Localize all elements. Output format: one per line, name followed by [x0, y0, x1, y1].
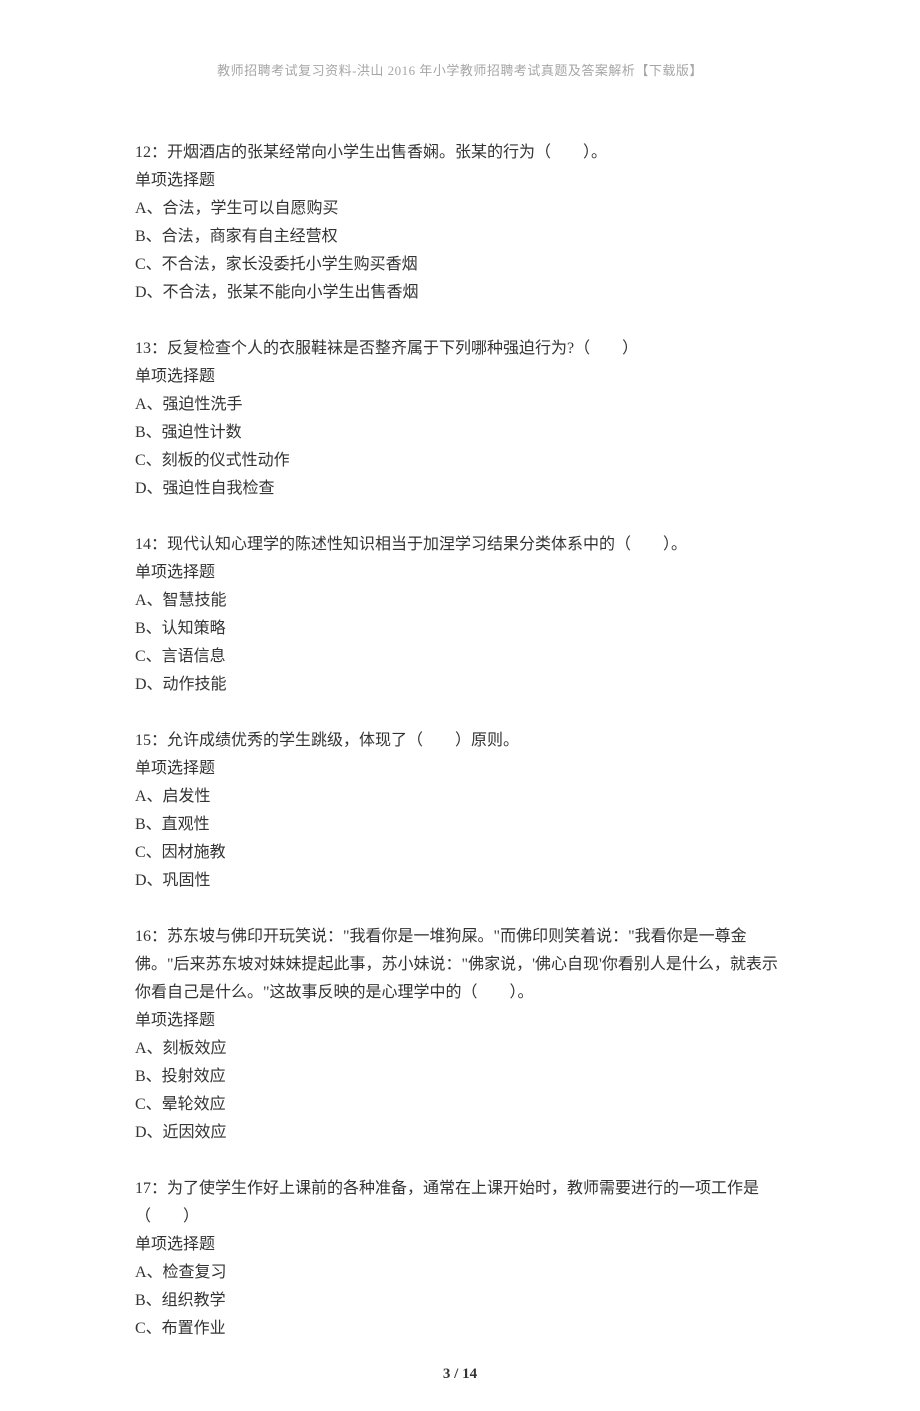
document-header: 教师招聘考试复习资料-洪山 2016 年小学教师招聘考试真题及答案解析【下载版】 [135, 60, 785, 79]
question-option: D、近因效应 [135, 1119, 785, 1147]
question-type: 单项选择题 [135, 1007, 785, 1035]
document-page: 教师招聘考试复习资料-洪山 2016 年小学教师招聘考试真题及答案解析【下载版】… [0, 0, 920, 1411]
question-type: 单项选择题 [135, 167, 785, 195]
question-stem: 12：开烟酒店的张某经常向小学生出售香娴。张某的行为（ ）。 [135, 139, 785, 167]
question-stem: 14：现代认知心理学的陈述性知识相当于加涅学习结果分类体系中的（ ）。 [135, 531, 785, 559]
question-option: D、不合法，张某不能向小学生出售香烟 [135, 279, 785, 307]
question-option: B、组织教学 [135, 1287, 785, 1315]
question-type: 单项选择题 [135, 559, 785, 587]
question-option: B、认知策略 [135, 615, 785, 643]
question-option: B、直观性 [135, 811, 785, 839]
question-stem: 16：苏东坡与佛印开玩笑说："我看你是一堆狗屎。"而佛印则笑着说："我看你是一尊… [135, 923, 785, 1007]
question-option: B、合法，商家有自主经营权 [135, 223, 785, 251]
question-type: 单项选择题 [135, 363, 785, 391]
question-block: 17：为了使学生作好上课前的各种准备，通常在上课开始时，教师需要进行的一项工作是… [135, 1175, 785, 1343]
question-option: A、智慧技能 [135, 587, 785, 615]
questions-container: 12：开烟酒店的张某经常向小学生出售香娴。张某的行为（ ）。单项选择题A、合法，… [135, 139, 785, 1343]
question-block: 15：允许成绩优秀的学生跳级，体现了（ ）原则。单项选择题A、启发性B、直观性C… [135, 727, 785, 895]
question-option: C、刻板的仪式性动作 [135, 447, 785, 475]
question-option: C、言语信息 [135, 643, 785, 671]
question-block: 13：反复检查个人的衣服鞋袜是否整齐属于下列哪种强迫行为?（ ）单项选择题A、强… [135, 335, 785, 503]
question-stem: 15：允许成绩优秀的学生跳级，体现了（ ）原则。 [135, 727, 785, 755]
question-option: A、启发性 [135, 783, 785, 811]
question-option: A、强迫性洗手 [135, 391, 785, 419]
question-option: C、不合法，家长没委托小学生购买香烟 [135, 251, 785, 279]
question-option: C、晕轮效应 [135, 1091, 785, 1119]
question-block: 16：苏东坡与佛印开玩笑说："我看你是一堆狗屎。"而佛印则笑着说："我看你是一尊… [135, 923, 785, 1147]
question-option: D、巩固性 [135, 867, 785, 895]
question-option: A、检查复习 [135, 1259, 785, 1287]
page-number: 3 / 14 [0, 1366, 920, 1383]
question-stem: 17：为了使学生作好上课前的各种准备，通常在上课开始时，教师需要进行的一项工作是… [135, 1175, 785, 1231]
question-block: 14：现代认知心理学的陈述性知识相当于加涅学习结果分类体系中的（ ）。单项选择题… [135, 531, 785, 699]
question-option: A、合法，学生可以自愿购买 [135, 195, 785, 223]
question-option: B、投射效应 [135, 1063, 785, 1091]
question-type: 单项选择题 [135, 755, 785, 783]
question-block: 12：开烟酒店的张某经常向小学生出售香娴。张某的行为（ ）。单项选择题A、合法，… [135, 139, 785, 307]
question-option: C、因材施教 [135, 839, 785, 867]
question-option: C、布置作业 [135, 1315, 785, 1343]
question-option: B、强迫性计数 [135, 419, 785, 447]
question-option: D、动作技能 [135, 671, 785, 699]
question-stem: 13：反复检查个人的衣服鞋袜是否整齐属于下列哪种强迫行为?（ ） [135, 335, 785, 363]
question-option: A、刻板效应 [135, 1035, 785, 1063]
question-type: 单项选择题 [135, 1231, 785, 1259]
question-option: D、强迫性自我检查 [135, 475, 785, 503]
